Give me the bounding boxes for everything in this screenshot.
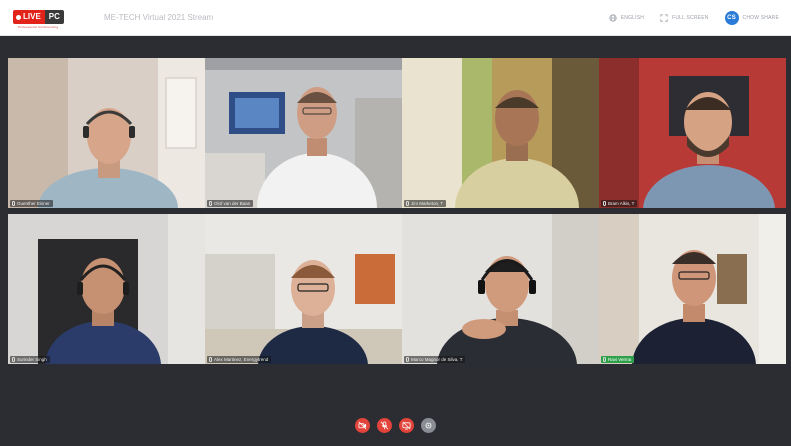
mic-icon	[209, 201, 212, 206]
participant-name: Olof van der Baan	[214, 201, 251, 206]
participant-name: Jim Marketon, T	[411, 201, 444, 206]
user-avatar: CS	[724, 11, 739, 25]
toggle-screen-share-button[interactable]	[399, 418, 414, 433]
fullscreen-button[interactable]: FULL SCREEN	[660, 14, 708, 22]
logo-tagline: Professional Conferencing	[18, 25, 59, 29]
participant-name-tag: Marco Magnor de Silva, T	[404, 356, 466, 363]
participant-name-tag: Alex Martinez, Energytrend	[207, 356, 272, 363]
video-tile[interactable]: Marco Magnor de Silva, T	[402, 214, 599, 364]
toggle-camera-button[interactable]	[355, 418, 370, 433]
participant-video	[599, 214, 786, 364]
mic-icon	[406, 357, 409, 362]
participant-name-tag: Bram Alkis, T	[601, 200, 638, 207]
participant-name: Marco Magnor de Silva, T	[411, 357, 463, 362]
video-tile-active-speaker[interactable]: Ravi Verma	[599, 214, 786, 364]
screen-share-off-icon	[402, 421, 411, 430]
live-dot-icon	[16, 14, 21, 20]
logo-pc-text: PC	[44, 10, 64, 24]
participant-video	[205, 58, 402, 208]
logo-live-text: LIVE	[23, 12, 41, 21]
participant-video	[599, 58, 786, 208]
video-tile[interactable]: Alex Martinez, Energytrend	[205, 214, 402, 364]
call-controls	[0, 418, 791, 436]
participant-name: Surinder Singh	[17, 357, 47, 362]
participant-name: Ravi Verma	[608, 357, 632, 362]
video-tile[interactable]: Surinder Singh	[8, 214, 205, 364]
participant-name: Bram Alkis, T	[608, 201, 635, 206]
settings-icon	[425, 422, 432, 429]
participant-video	[8, 214, 205, 364]
mic-icon	[12, 357, 15, 362]
participant-video	[8, 58, 205, 208]
toggle-mic-button[interactable]	[377, 418, 392, 433]
language-button[interactable]: ENGLISH	[609, 14, 644, 22]
video-tile[interactable]: Guenther Eisner	[8, 58, 205, 208]
mic-icon	[603, 357, 606, 362]
fullscreen-label: FULL SCREEN	[672, 15, 709, 21]
participant-video	[402, 214, 599, 364]
participant-name: Alex Martinez, Energytrend	[214, 357, 269, 362]
settings-button[interactable]	[421, 418, 436, 433]
globe-icon	[609, 14, 617, 22]
participant-name-tag: Surinder Singh	[10, 356, 50, 363]
mic-icon	[12, 201, 15, 206]
mic-icon	[603, 201, 606, 206]
header-actions: ENGLISH FULL SCREEN CS CHOW SHARE	[609, 9, 779, 27]
mic-icon	[406, 201, 409, 206]
top-bar: LIVE PC Professional Conferencing ME-TEC…	[0, 0, 791, 36]
livepc-logo[interactable]: LIVE PC	[13, 10, 64, 24]
user-menu[interactable]: CS CHOW SHARE	[724, 11, 779, 25]
video-tile[interactable]: Bram Alkis, T	[599, 58, 786, 208]
participant-name-tag: Guenther Eisner	[10, 200, 53, 207]
mic-off-icon	[380, 421, 389, 430]
event-title: ME-TECH Virtual 2021 Stream	[104, 13, 214, 22]
camera-off-icon	[358, 421, 367, 430]
mic-icon	[209, 357, 212, 362]
participant-video	[402, 58, 599, 208]
user-name: CHOW SHARE	[742, 15, 779, 21]
language-label: ENGLISH	[620, 15, 645, 21]
participant-name-tag: Ravi Verma	[601, 356, 635, 363]
fullscreen-icon	[660, 14, 668, 22]
video-tile[interactable]: Olof van der Baan	[205, 58, 402, 208]
participant-grid: Guenther Eisner Olof van der Baan Jim Ma…	[8, 58, 786, 398]
participant-name-tag: Olof van der Baan	[207, 200, 254, 207]
participant-video	[205, 214, 402, 364]
participant-name: Guenther Eisner	[17, 201, 50, 206]
participant-name-tag: Jim Marketon, T	[404, 200, 447, 207]
video-tile[interactable]: Jim Marketon, T	[402, 58, 599, 208]
